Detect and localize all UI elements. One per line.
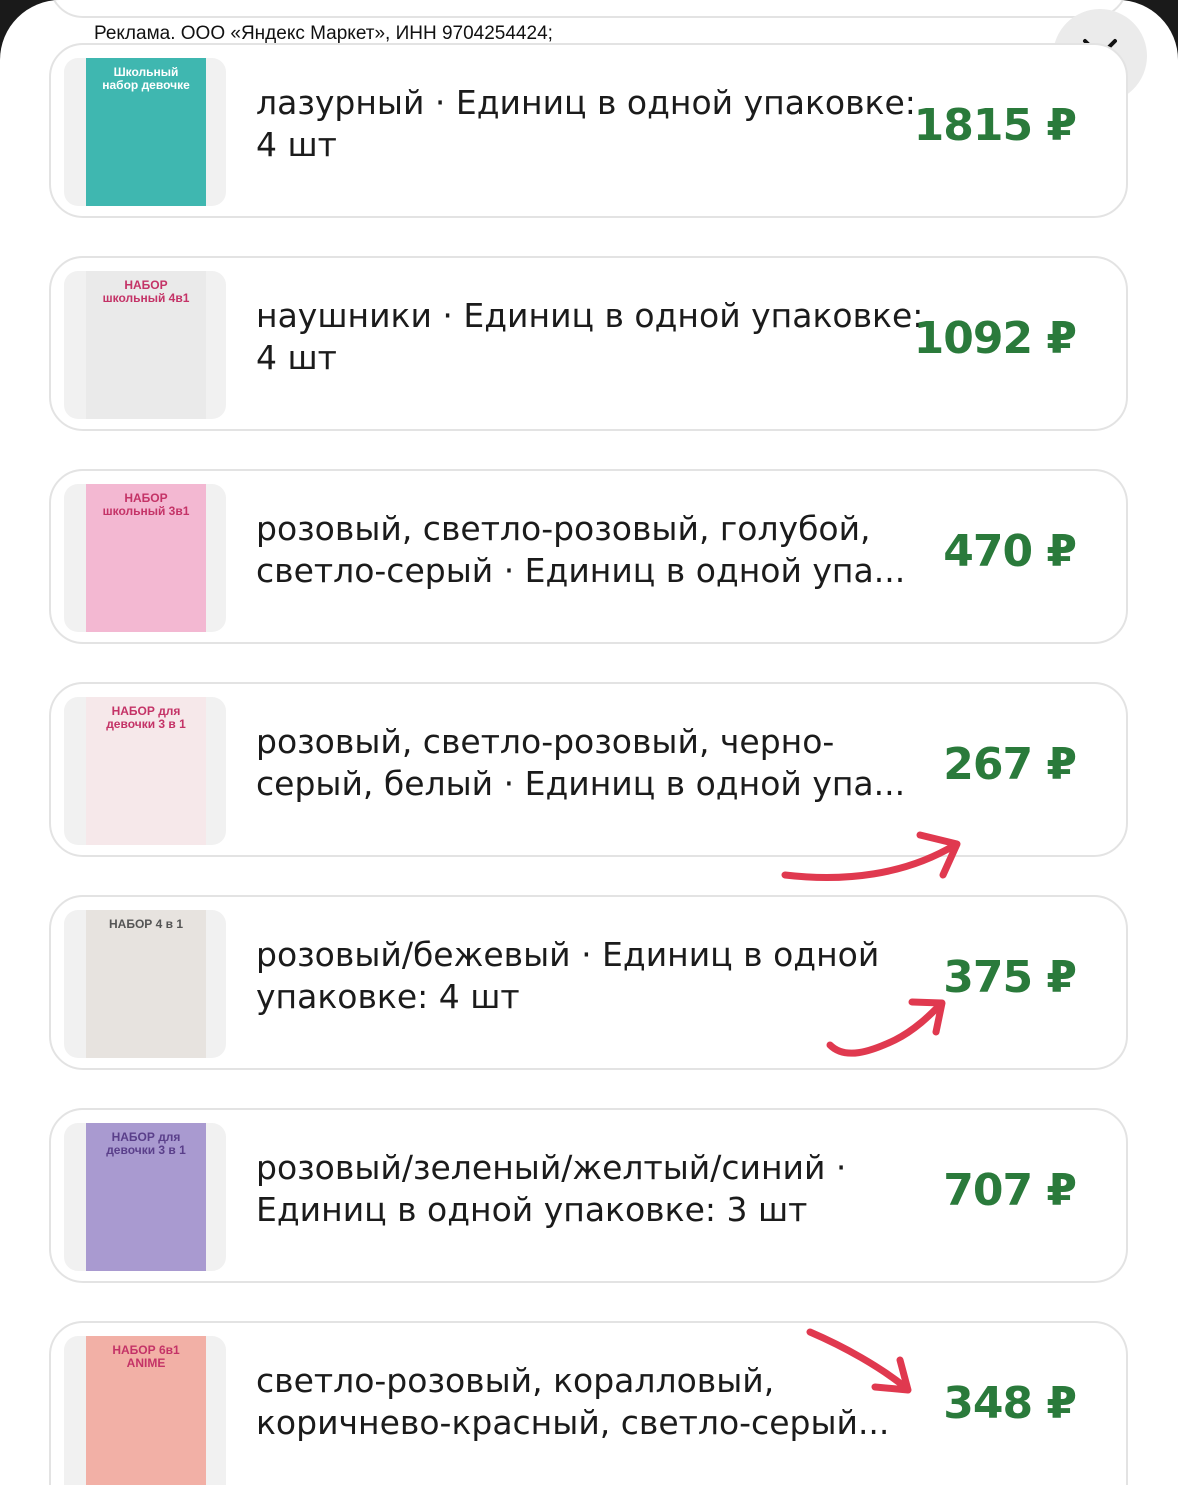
- product-thumbnail: НАБОР школьный 4в1: [64, 271, 226, 419]
- product-thumbnail: НАБОР школьный 3в1: [64, 484, 226, 632]
- product-description: розовый, светло-розовый, голубой, светло…: [256, 509, 906, 590]
- product-card[interactable]: НАБОР 6в1 ANIME светло-розовый, кораллов…: [49, 1321, 1128, 1485]
- product-sheet: Реклама. ООО «Яндекс Маркет», ИНН 970425…: [0, 0, 1178, 1485]
- product-thumbnail: НАБОР для девочки 3 в 1: [64, 697, 226, 845]
- product-description: розовый, светло-розовый, черно-серый, бе…: [256, 722, 906, 803]
- product-image: НАБОР школьный 4в1: [86, 271, 206, 419]
- product-image: НАБОР для девочки 3 в 1: [86, 697, 206, 845]
- product-description: светло-розовый, коралловый, коричнево-кр…: [256, 1361, 890, 1442]
- product-description: розовый/бежевый · Единиц в одной упаковк…: [256, 935, 880, 1016]
- product-price: 348 ₽: [943, 1378, 1077, 1429]
- product-price: 1092 ₽: [913, 313, 1077, 364]
- product-price: 267 ₽: [943, 739, 1077, 790]
- product-image: Школьный набор девочке: [86, 58, 206, 206]
- product-description: розовый/зеленый/желтый/синий · Единиц в …: [256, 1148, 847, 1229]
- product-card[interactable]: НАБОР для девочки 3 в 1 розовый/зеленый/…: [49, 1108, 1128, 1283]
- product-image: НАБОР школьный 3в1: [86, 484, 206, 632]
- product-image: НАБОР 4 в 1: [86, 910, 206, 1058]
- product-price: 1815 ₽: [913, 100, 1077, 151]
- product-thumbnail: Школьный набор девочке: [64, 58, 226, 206]
- product-card[interactable]: Школьный набор девочке лазурный · Единиц…: [49, 43, 1128, 218]
- product-description: наушники · Единиц в одной упаковке: 4 шт: [256, 296, 924, 377]
- product-price: 707 ₽: [943, 1165, 1077, 1216]
- product-thumbnail: НАБОР 6в1 ANIME: [64, 1336, 226, 1485]
- product-card[interactable]: НАБОР школьный 4в1 наушники · Единиц в о…: [49, 256, 1128, 431]
- product-price: 375 ₽: [943, 952, 1077, 1003]
- product-card[interactable]: НАБОР для девочки 3 в 1 розовый, светло-…: [49, 682, 1128, 857]
- previous-product-card[interactable]: [49, 0, 1128, 18]
- ad-disclaimer: Реклама. ООО «Яндекс Маркет», ИНН 970425…: [94, 23, 553, 44]
- product-image: НАБОР 6в1 ANIME: [86, 1336, 206, 1485]
- product-description: лазурный · Единиц в одной упаковке: 4 шт: [256, 83, 916, 164]
- product-image: НАБОР для девочки 3 в 1: [86, 1123, 206, 1271]
- product-price: 470 ₽: [943, 526, 1077, 577]
- product-card[interactable]: НАБОР школьный 3в1 розовый, светло-розов…: [49, 469, 1128, 644]
- product-thumbnail: НАБОР 4 в 1: [64, 910, 226, 1058]
- product-thumbnail: НАБОР для девочки 3 в 1: [64, 1123, 226, 1271]
- product-card[interactable]: НАБОР 4 в 1 розовый/бежевый · Единиц в о…: [49, 895, 1128, 1070]
